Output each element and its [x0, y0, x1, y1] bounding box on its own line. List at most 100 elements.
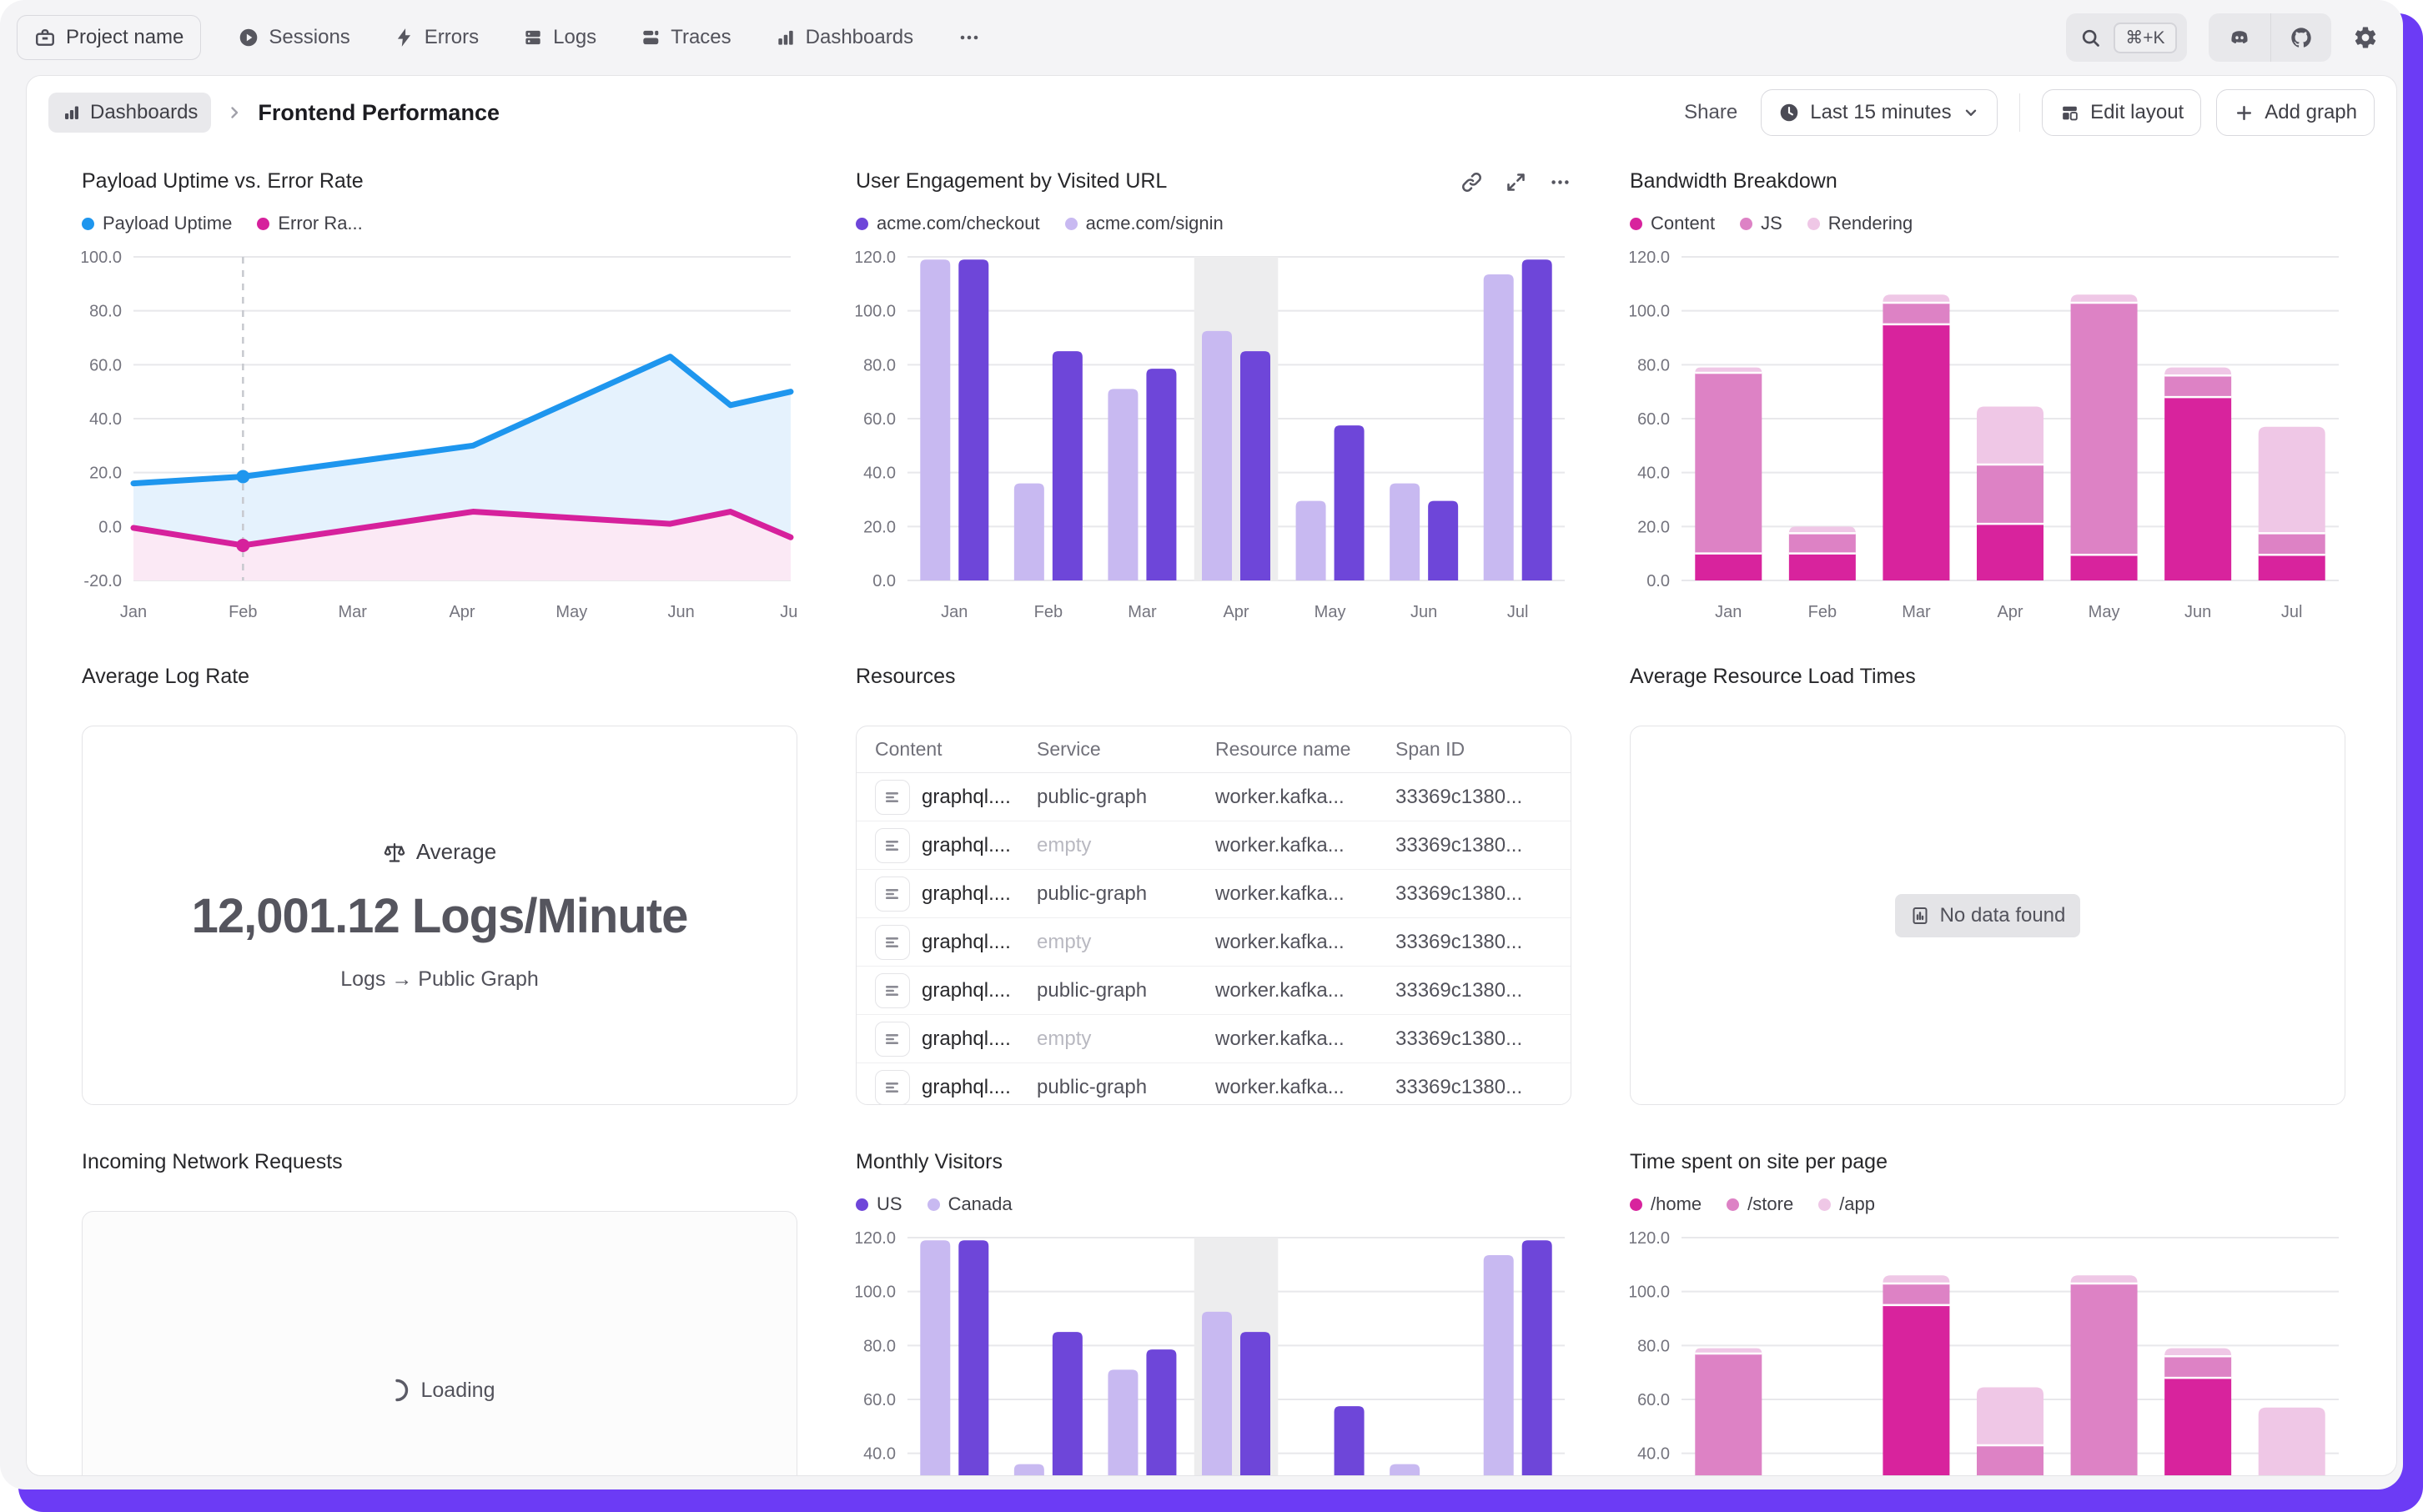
legend-label: /home [1651, 1193, 1702, 1215]
legend-dot [1630, 1198, 1642, 1211]
section-payload-uptime: Payload Uptime vs. Error Rate Payload Up… [82, 169, 797, 639]
column-header-content[interactable]: Content [857, 738, 1037, 761]
svg-text:80.0: 80.0 [863, 356, 896, 374]
nav-item-more[interactable] [957, 27, 982, 48]
legend-item[interactable]: Canada [927, 1193, 1013, 1215]
svg-text:0.0: 0.0 [872, 572, 896, 590]
table-header: Content Service Resource name Span ID [857, 726, 1571, 773]
legend-dot [1807, 218, 1820, 230]
share-button[interactable]: Share [1676, 94, 1746, 131]
time-range-dropdown[interactable]: Last 15 minutes [1761, 89, 1997, 136]
logs-icon [522, 27, 544, 48]
settings-button[interactable] [2353, 25, 2378, 50]
content-value: graphql.... [922, 1076, 1011, 1099]
link-icon[interactable] [1460, 171, 1483, 193]
resource-name-value: worker.kafka... [1215, 931, 1395, 954]
nav-item-errors[interactable]: Errors [394, 26, 479, 49]
metric-subtitle: Logs → Public Graph [340, 967, 539, 992]
svg-text:Jul: Jul [780, 603, 797, 621]
chart-title: Monthly Visitors [856, 1150, 1003, 1174]
resource-name-value: worker.kafka... [1215, 834, 1395, 857]
svg-text:80.0: 80.0 [863, 1337, 896, 1355]
nav-label: Sessions [269, 26, 349, 49]
legend-dot [1818, 1198, 1831, 1211]
legend-item[interactable]: /home [1630, 1193, 1702, 1215]
nav-item-traces[interactable]: Traces [640, 26, 731, 49]
legend-item[interactable]: Rendering [1807, 213, 1913, 234]
legend-item[interactable]: acme.com/signin [1065, 213, 1224, 234]
span-id-value: 33369c1380... [1395, 1076, 1571, 1099]
service-value: empty [1037, 1027, 1215, 1051]
legend-item[interactable]: Error Ra... [257, 213, 362, 234]
legend-item[interactable]: US [856, 1193, 902, 1215]
table-row[interactable]: graphql.... public-graph worker.kafka...… [857, 870, 1571, 918]
chart-title: User Engagement by Visited URL [856, 169, 1167, 193]
search-icon [2079, 27, 2102, 49]
legend-dot [257, 218, 269, 230]
metric-card: Average 12,001.12 Logs/Minute Logs → Pub… [82, 726, 797, 1105]
table-row[interactable]: graphql.... empty worker.kafka... 33369c… [857, 1015, 1571, 1063]
divider [2019, 93, 2021, 132]
resources-body: graphql.... public-graph worker.kafka...… [857, 773, 1571, 1105]
svg-text:Apr: Apr [449, 603, 475, 621]
play-circle-icon [238, 27, 259, 48]
content-cell: graphql.... [857, 1022, 1037, 1057]
section-incoming-network-requests: Incoming Network Requests Loading [82, 1150, 797, 1476]
chart-title: Time spent on site per page [1630, 1150, 1888, 1174]
table-row[interactable]: graphql.... public-graph worker.kafka...… [857, 967, 1571, 1015]
search-button[interactable]: ⌘+K [2066, 13, 2186, 62]
content-value: graphql.... [922, 882, 1011, 906]
svg-text:80.0: 80.0 [1637, 1337, 1670, 1355]
legend-dot [856, 218, 868, 230]
column-header-span-id[interactable]: Span ID [1395, 738, 1571, 761]
nav-item-sessions[interactable]: Sessions [238, 26, 349, 49]
legend-label: acme.com/signin [1086, 213, 1224, 234]
span-id-value: 33369c1380... [1395, 834, 1571, 857]
discord-button[interactable] [2209, 27, 2270, 48]
edit-layout-button[interactable]: Edit layout [2042, 89, 2201, 136]
add-graph-button[interactable]: Add graph [2216, 89, 2375, 136]
legend-item[interactable]: JS [1740, 213, 1782, 234]
nav-item-dashboards[interactable]: Dashboards [775, 26, 913, 49]
legend-item[interactable]: /store [1727, 1193, 1793, 1215]
svg-text:100.0: 100.0 [856, 1283, 896, 1302]
chart-title: Incoming Network Requests [82, 1150, 343, 1174]
expand-icon[interactable] [1505, 171, 1527, 193]
svg-text:20.0: 20.0 [89, 465, 122, 483]
svg-text:0.0: 0.0 [98, 518, 122, 536]
search-shortcut-badge: ⌘+K [2114, 23, 2176, 53]
chart-legend: Payload Uptime Error Ra... [82, 208, 797, 239]
table-row[interactable]: graphql.... public-graph worker.kafka...… [857, 773, 1571, 821]
gear-icon [2353, 25, 2378, 50]
legend-label: JS [1761, 213, 1782, 234]
content-cell: graphql.... [857, 1070, 1037, 1105]
table-row[interactable]: graphql.... public-graph worker.kafka...… [857, 1063, 1571, 1105]
column-header-resource-name[interactable]: Resource name [1215, 738, 1395, 761]
legend-item[interactable]: Payload Uptime [82, 213, 232, 234]
table-row[interactable]: graphql.... empty worker.kafka... 33369c… [857, 918, 1571, 967]
legend-item[interactable]: acme.com/checkout [856, 213, 1040, 234]
content-cell: graphql.... [857, 780, 1037, 815]
svg-text:Feb: Feb [1034, 603, 1063, 621]
column-header-service[interactable]: Service [1037, 738, 1215, 761]
legend-dot [1727, 1198, 1739, 1211]
table-row[interactable]: graphql.... empty worker.kafka... 33369c… [857, 821, 1571, 870]
nav-item-logs[interactable]: Logs [522, 26, 596, 49]
legend-item[interactable]: /app [1818, 1193, 1875, 1215]
github-button[interactable] [2271, 26, 2331, 49]
svg-text:Feb: Feb [1808, 603, 1837, 621]
legend-item[interactable]: Content [1630, 213, 1715, 234]
svg-text:40.0: 40.0 [1637, 1445, 1670, 1464]
project-switcher-button[interactable]: Project name [17, 15, 201, 60]
breadcrumb-label: Dashboards [90, 101, 198, 124]
no-data-label: No data found [1940, 904, 2066, 927]
chart-title: Average Resource Load Times [1630, 665, 1916, 689]
breadcrumb-dashboards[interactable]: Dashboards [48, 93, 211, 133]
legend-label: US [877, 1193, 902, 1215]
content-cell: graphql.... [857, 973, 1037, 1008]
ellipsis-icon[interactable] [1549, 171, 1571, 193]
svg-text:60.0: 60.0 [863, 410, 896, 429]
metric-agg-label: Average [416, 839, 496, 865]
svg-text:May: May [1315, 603, 1346, 621]
no-data-badge: No data found [1895, 894, 2081, 937]
